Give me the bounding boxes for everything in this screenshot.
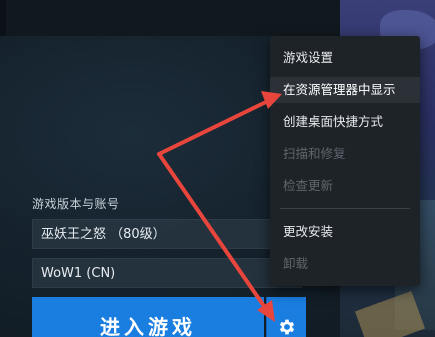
menu-item-create-shortcut[interactable]: 创建桌面快捷方式 <box>270 109 420 135</box>
menu-item-scan-repair: 扫描和修复 <box>283 146 346 161</box>
menu-item-game-settings[interactable]: 游戏设置 <box>270 45 420 71</box>
version-account-label: 游戏版本与账号 <box>32 197 120 211</box>
menu-item-show-in-explorer[interactable]: 在资源管理器中显示 <box>270 77 420 103</box>
menu-item-check-updates: 检查更新 <box>283 178 334 193</box>
annotation-arrow-to-menu <box>157 91 282 156</box>
context-menu: 游戏设置 在资源管理器中显示 创建桌面快捷方式 扫描和修复 检查更新 更改安装 … <box>270 36 420 286</box>
gear-icon <box>279 319 294 335</box>
menu-item-change-install[interactable]: 更改安装 <box>270 219 420 245</box>
game-options-button[interactable] <box>266 297 306 337</box>
account-select[interactable]: WoW1 (CN) <box>32 258 302 288</box>
launcher-window: 游戏版本与账号 巫妖王之怒 （80级） WoW1 (CN) 进入游戏 游戏设置 … <box>0 0 435 337</box>
menu-divider <box>280 208 410 209</box>
play-button[interactable]: 进入游戏 <box>32 297 264 337</box>
menu-item-uninstall: 卸载 <box>283 256 309 271</box>
game-version-select[interactable]: 巫妖王之怒 （80级） <box>32 219 302 249</box>
top-bar-accent <box>0 0 6 36</box>
